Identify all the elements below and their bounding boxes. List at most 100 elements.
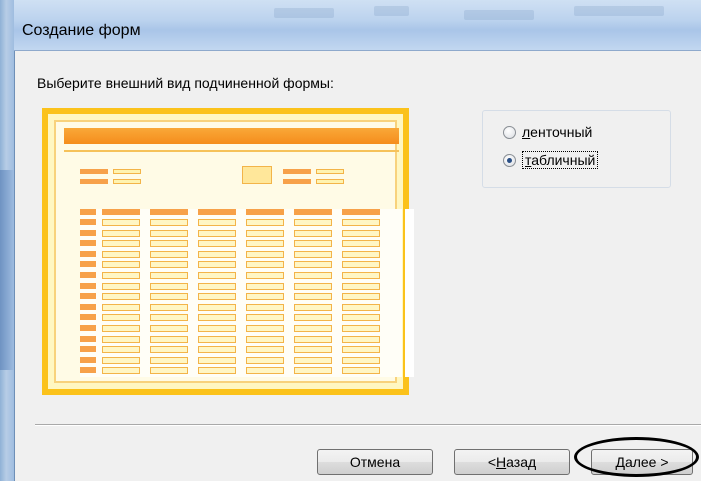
preview-grid-cell bbox=[294, 293, 332, 301]
preview-grid-cell bbox=[342, 367, 380, 375]
preview-grid-cell bbox=[342, 250, 380, 258]
preview-label-bar bbox=[316, 179, 344, 184]
preview-grid-cell bbox=[102, 367, 140, 375]
back-button[interactable]: < Назад bbox=[454, 449, 570, 475]
preview-grid-cell bbox=[150, 240, 188, 248]
preview-grid-cell bbox=[246, 250, 284, 258]
preview-grid-row-selector bbox=[80, 356, 96, 363]
preview-field-box bbox=[242, 166, 272, 184]
preview-grid-row-selector bbox=[80, 229, 96, 236]
preview-grid-cell bbox=[342, 335, 380, 343]
preview-grid-row-selector bbox=[80, 314, 96, 321]
preview-grid-cell bbox=[342, 240, 380, 248]
radio-icon[interactable] bbox=[503, 125, 516, 139]
preview-grid-cell bbox=[102, 293, 140, 301]
layout-options-group: ленточный табличный bbox=[482, 110, 671, 188]
window-frame-left bbox=[0, 0, 15, 481]
preview-grid-cell bbox=[198, 219, 236, 226]
preview-grid-cell bbox=[198, 346, 236, 354]
preview-header-bar bbox=[64, 128, 399, 144]
preview-grid-cell bbox=[150, 229, 188, 237]
preview-grid-cell bbox=[342, 314, 380, 322]
preview-grid-cell bbox=[342, 272, 380, 279]
preview-grid-cell bbox=[294, 356, 332, 364]
preview-grid-cell bbox=[246, 282, 284, 290]
preview-grid-cell bbox=[102, 261, 140, 269]
preview-grid-cell bbox=[150, 314, 188, 322]
preview-grid-cell bbox=[246, 293, 284, 301]
preview-grid-cell bbox=[102, 219, 140, 226]
preview-grid-cell bbox=[246, 229, 284, 237]
preview-grid-cell bbox=[102, 240, 140, 248]
preview-grid-cell bbox=[198, 293, 236, 301]
preview-label-bar bbox=[113, 169, 141, 174]
annotation-ellipse bbox=[574, 437, 699, 477]
preview-grid-cell bbox=[150, 356, 188, 364]
preview-grid-row-selector bbox=[80, 261, 96, 268]
preview-grid-cell bbox=[150, 272, 188, 279]
preview-grid-cell bbox=[198, 272, 236, 279]
preview-label-bar bbox=[283, 179, 311, 184]
preview-grid-cell bbox=[294, 250, 332, 258]
preview-grid-cell bbox=[102, 346, 140, 354]
preview-grid-cell bbox=[246, 261, 284, 269]
preview-label-bar bbox=[316, 169, 344, 174]
preview-grid-cell bbox=[246, 272, 284, 279]
preview-grid-cell bbox=[150, 293, 188, 301]
preview-grid-cell bbox=[342, 303, 380, 311]
preview-grid-cell bbox=[294, 219, 332, 226]
preview-datasheet-grid bbox=[80, 209, 402, 377]
preview-grid-cell bbox=[102, 314, 140, 322]
preview-grid-cell bbox=[246, 367, 284, 375]
preview-grid-cell bbox=[246, 346, 284, 354]
preview-grid-cell bbox=[198, 250, 236, 258]
preview-grid-cell bbox=[198, 282, 236, 290]
title-bar: Создание форм bbox=[14, 0, 701, 51]
preview-grid-cell bbox=[198, 356, 236, 364]
preview-grid-cell bbox=[150, 346, 188, 354]
preview-grid-cell bbox=[150, 282, 188, 290]
preview-grid-header-cell bbox=[150, 209, 188, 215]
preview-grid-cell bbox=[246, 325, 284, 332]
preview-grid-cell bbox=[246, 356, 284, 364]
preview-grid-cell bbox=[246, 303, 284, 311]
preview-grid-cell bbox=[150, 367, 188, 375]
preview-grid-header-cell bbox=[102, 209, 140, 215]
option-tape-label: ленточный bbox=[522, 124, 593, 140]
preview-grid-cell bbox=[294, 229, 332, 237]
preview-grid-cell bbox=[246, 335, 284, 343]
preview-grid-cell bbox=[342, 293, 380, 301]
preview-grid-cell bbox=[294, 261, 332, 269]
preview-grid-row-selector bbox=[80, 272, 96, 278]
preview-grid-cell bbox=[246, 219, 284, 226]
preview-grid-cell bbox=[294, 272, 332, 279]
preview-scrollbar bbox=[405, 209, 414, 377]
preview-grid-cell bbox=[150, 250, 188, 258]
preview-grid-cell bbox=[150, 303, 188, 311]
preview-grid-cell bbox=[198, 240, 236, 248]
preview-grid-row-selector bbox=[80, 325, 96, 331]
preview-grid-cell bbox=[150, 325, 188, 332]
preview-grid-row-selector bbox=[80, 293, 96, 300]
preview-grid-cell bbox=[198, 303, 236, 311]
preview-grid-cell bbox=[342, 219, 380, 226]
cancel-button[interactable]: Отмена bbox=[317, 449, 433, 475]
layout-preview bbox=[42, 108, 414, 395]
preview-label-bar bbox=[283, 169, 311, 174]
preview-grid-cell bbox=[294, 325, 332, 332]
preview-grid-cell bbox=[342, 325, 380, 332]
preview-grid-header-cell bbox=[198, 209, 236, 215]
preview-grid-cell bbox=[342, 261, 380, 269]
option-tape[interactable]: ленточный bbox=[503, 124, 592, 140]
preview-grid-cell bbox=[198, 314, 236, 322]
preview-grid-cell bbox=[294, 314, 332, 322]
preview-grid-cell bbox=[150, 261, 188, 269]
preview-grid-cell bbox=[294, 335, 332, 343]
preview-grid-row-selector bbox=[80, 335, 96, 342]
radio-icon[interactable] bbox=[503, 153, 516, 167]
option-table[interactable]: табличный bbox=[503, 151, 599, 169]
window-title: Создание форм bbox=[22, 22, 141, 39]
preview-grid-cell bbox=[342, 346, 380, 354]
option-table-label: табличный bbox=[522, 151, 599, 169]
preview-grid-cell bbox=[294, 367, 332, 375]
